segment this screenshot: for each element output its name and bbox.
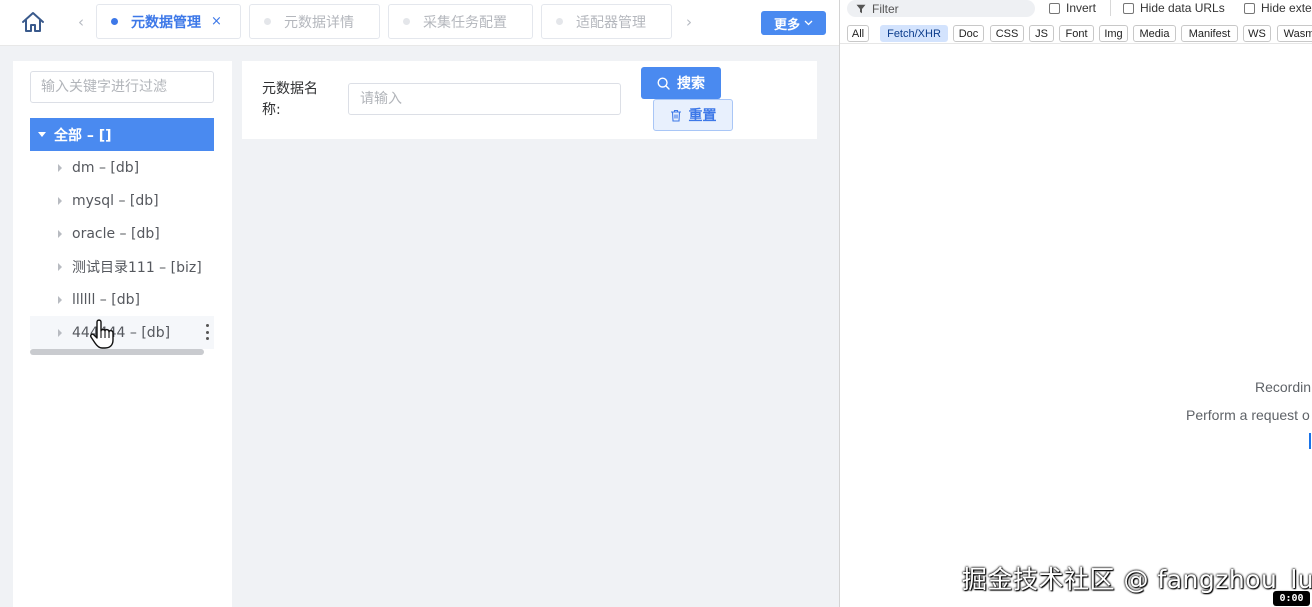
tab-label: 采集任务配置 <box>423 14 507 31</box>
checkbox-box[interactable] <box>1123 2 1134 14</box>
recording-message: Recordin <box>1255 379 1312 395</box>
search-button[interactable]: 搜索 <box>641 67 721 99</box>
devtools-network-panel: Filter Invert Hide data URLs Hide exte A… <box>839 0 1312 607</box>
hide-data-urls-label: Hide data URLs <box>1140 1 1225 15</box>
caret-right-icon[interactable] <box>58 295 62 304</box>
resource-type-filter-bar: All Fetch/XHR Doc CSS JS Font Img Media … <box>840 24 1312 44</box>
caret-right-icon[interactable] <box>58 196 62 205</box>
hide-extension-urls-checkbox[interactable]: Hide exte <box>1244 1 1312 15</box>
tree-node-label: llllll – [db] <box>72 291 140 308</box>
more-label: 更多 <box>773 17 800 33</box>
metadata-app: ‹ 元数据管理 × 元数据详情 采集任务配置 适配器管理 › 更多 输入关键字进… <box>0 0 839 607</box>
dot-icon <box>264 18 271 25</box>
hide-data-urls-checkbox[interactable]: Hide data URLs <box>1123 1 1225 15</box>
tree-filter-input[interactable] <box>30 71 214 103</box>
tab-metadata-detail[interactable]: 元数据详情 <box>249 4 380 39</box>
tabs-prev-arrow[interactable]: ‹ <box>74 12 88 32</box>
watermark-text: 掘金技术社区 @ fangzhou_lu <box>962 565 1312 594</box>
filter-chip-js[interactable]: JS <box>1029 25 1054 42</box>
caret-down-icon[interactable] <box>38 132 46 137</box>
recording-timer: 0:00 <box>1273 591 1310 606</box>
home-icon <box>22 12 44 32</box>
invert-label: Invert <box>1066 1 1097 15</box>
tree-node-444444[interactable]: 444444 – [db] <box>30 316 214 349</box>
tree-node-label: mysql – [db] <box>72 192 159 209</box>
catalog-tree: 全部 – [] dm – [db] mysql – [db] oracle – … <box>30 118 214 355</box>
funnel-icon <box>856 4 866 13</box>
tab-close-icon[interactable]: × <box>211 14 222 29</box>
more-dropdown-button[interactable]: 更多 <box>761 11 826 35</box>
tree-node-oracle[interactable]: oracle – [db] <box>30 217 214 250</box>
invert-checkbox[interactable]: Invert <box>1049 1 1096 15</box>
tree-node-label: oracle – [db] <box>72 225 160 242</box>
tree-node-llllll[interactable]: llllll – [db] <box>30 283 214 316</box>
tree-node-label: 全部 – [] <box>54 127 112 144</box>
tree-node-root[interactable]: 全部 – [] <box>30 118 214 151</box>
toolbar-divider <box>1110 0 1111 16</box>
filter-chip-doc[interactable]: Doc <box>953 25 984 42</box>
caret-right-icon[interactable] <box>58 163 62 172</box>
reset-button[interactable]: 重置 <box>653 99 733 131</box>
tree-horizontal-scrollbar[interactable] <box>30 349 204 355</box>
perform-request-message: Perform a request o <box>1186 407 1310 423</box>
filter-chip-img[interactable]: Img <box>1099 25 1128 42</box>
active-dot-icon <box>111 18 118 25</box>
search-icon <box>657 76 670 90</box>
tab-metadata-management[interactable]: 元数据管理 × <box>96 4 241 39</box>
dot-icon <box>556 18 563 25</box>
filter-chip-font[interactable]: Font <box>1059 25 1094 42</box>
tree-node-mysql[interactable]: mysql – [db] <box>30 184 214 217</box>
more-vertical-icon[interactable] <box>206 324 210 340</box>
tabs-bar: ‹ 元数据管理 × 元数据详情 采集任务配置 适配器管理 › 更多 <box>0 0 839 46</box>
tab-collection-task-config[interactable]: 采集任务配置 <box>388 4 533 39</box>
filter-chip-fetch-xhr[interactable]: Fetch/XHR <box>880 25 948 42</box>
network-filter-input[interactable]: Filter <box>847 0 1035 17</box>
filter-chip-ws[interactable]: WS <box>1243 25 1271 42</box>
tree-node-dm[interactable]: dm – [db] <box>30 151 214 184</box>
reset-label: 重置 <box>688 108 717 124</box>
tree-node-test-catalog[interactable]: 测试目录111 – [biz] <box>30 250 214 283</box>
filter-label: Filter <box>872 1 899 16</box>
checkbox-box[interactable] <box>1244 2 1255 14</box>
tab-adapter-management[interactable]: 适配器管理 <box>541 4 672 39</box>
catalog-tree-panel: 全部 – [] dm – [db] mysql – [db] oracle – … <box>13 61 232 607</box>
caret-right-icon[interactable] <box>58 262 62 271</box>
trash-icon <box>670 109 681 122</box>
search-label: 搜索 <box>677 76 705 92</box>
filter-chip-manifest[interactable]: Manifest <box>1181 25 1238 42</box>
caret-right-icon[interactable] <box>58 328 62 337</box>
hide-ext-label: Hide exte <box>1261 1 1312 15</box>
filter-chip-all[interactable]: All <box>847 25 869 42</box>
tab-label: 适配器管理 <box>576 14 646 31</box>
checkbox-box[interactable] <box>1049 2 1060 14</box>
tabs-next-arrow[interactable]: › <box>682 12 696 32</box>
filter-chip-wasm[interactable]: Wasm <box>1277 25 1312 42</box>
chevron-down-icon <box>804 20 813 26</box>
home-button[interactable] <box>18 8 48 36</box>
metadata-name-label: 元数据名称: <box>262 81 318 118</box>
caret-right-icon[interactable] <box>58 229 62 238</box>
search-panel: 元数据名称: 搜索 重置 <box>242 61 817 139</box>
filter-chip-media[interactable]: Media <box>1133 25 1176 42</box>
tab-label: 元数据详情 <box>284 14 354 31</box>
dot-icon <box>403 18 410 25</box>
tree-node-label: dm – [db] <box>72 159 140 176</box>
metadata-name-input[interactable] <box>348 83 621 115</box>
tab-label: 元数据管理 <box>131 14 201 31</box>
tree-node-label: 444444 – [db] <box>72 324 171 341</box>
tree-node-label: 测试目录111 – [biz] <box>72 259 202 276</box>
filter-chip-css[interactable]: CSS <box>990 25 1024 42</box>
